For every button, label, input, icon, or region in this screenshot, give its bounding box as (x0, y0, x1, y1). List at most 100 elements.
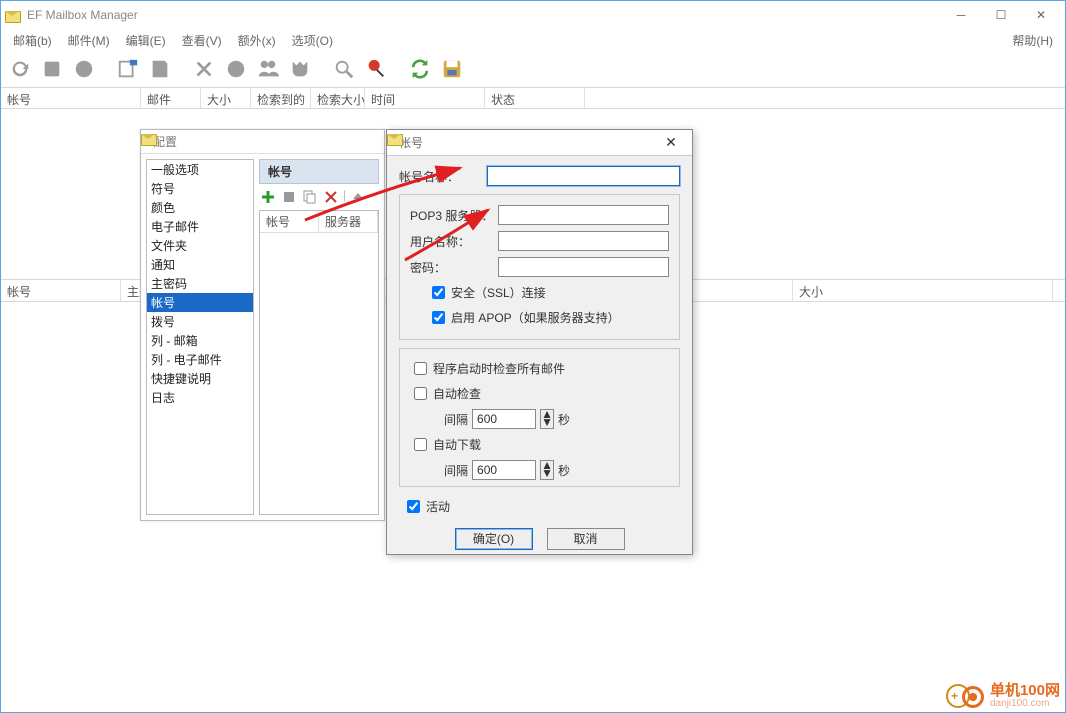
config-window: 配置 一般选项符号颜色电子邮件文件夹通知主密码帐号拨号列 - 邮箱列 - 电子邮… (140, 129, 385, 521)
search-icon[interactable] (331, 56, 357, 82)
menu-extra[interactable]: 额外(x) (230, 30, 284, 51)
config-list-item[interactable]: 列 - 邮箱 (147, 331, 253, 350)
username-input[interactable] (498, 231, 669, 251)
label-ssl: 安全（SSL）连接 (451, 284, 546, 301)
ssl-checkbox[interactable] (432, 286, 445, 299)
menu-edit[interactable]: 编辑(E) (118, 30, 174, 51)
delete-icon[interactable] (191, 56, 217, 82)
circle2-icon[interactable] (223, 56, 249, 82)
label-autodown: 自动下载 (433, 436, 481, 453)
add-icon[interactable] (259, 188, 277, 206)
column-header[interactable]: 检索到的 (251, 88, 311, 108)
menubar: 邮箱(b) 邮件(M) 编辑(E) 查看(V) 额外(x) 选项(O) 帮助(H… (1, 29, 1065, 51)
main-titlebar: EF Mailbox Manager ─ ☐ ✕ (1, 1, 1065, 29)
column-header[interactable]: 帐号 (1, 280, 121, 301)
account-dialog: 帐号 ✕ 帐号名称： POP3 服务器： 用户名称： 密码： 安全（SSL）连接 (386, 129, 693, 555)
watermark-icon: + (946, 682, 984, 706)
label-pop3: POP3 服务器： (410, 207, 498, 224)
up-icon[interactable] (349, 188, 367, 206)
column-header[interactable]: 帐号 (1, 88, 141, 108)
account-titlebar[interactable]: 帐号 ✕ (387, 130, 692, 156)
label-interval2: 间隔 (444, 462, 468, 479)
label-seconds1: 秒 (558, 411, 570, 428)
config-titlebar[interactable]: 配置 (141, 130, 384, 154)
config-section-header: 帐号 (259, 159, 379, 184)
server-group: POP3 服务器： 用户名称： 密码： 安全（SSL）连接 启用 APOP（如果… (399, 194, 680, 340)
active-checkbox[interactable] (407, 500, 420, 513)
check-group: 程序启动时检查所有邮件 自动检查 间隔 ▲▼ 秒 自动下载 间隔 ▲▼ 秒 (399, 348, 680, 487)
config-list-item[interactable]: 一般选项 (147, 160, 253, 179)
download-interval-input[interactable] (472, 460, 536, 480)
toolbar (1, 51, 1065, 87)
cat-icon[interactable] (287, 56, 313, 82)
sync-icon[interactable] (407, 56, 433, 82)
column-header[interactable]: 大小 (793, 280, 1053, 301)
config-list-item[interactable]: 符号 (147, 179, 253, 198)
column-header[interactable]: 检索大小 (311, 88, 365, 108)
config-list-item[interactable]: 通知 (147, 255, 253, 274)
apop-checkbox[interactable] (432, 311, 445, 324)
startup-check-checkbox[interactable] (414, 362, 427, 375)
label-username: 用户名称： (410, 233, 498, 250)
account-close-button[interactable]: ✕ (656, 134, 686, 151)
config-list-item[interactable]: 日志 (147, 388, 253, 407)
cancel-button[interactable]: 取消 (547, 528, 625, 550)
config-list-item[interactable]: 帐号 (147, 293, 253, 312)
remove-icon[interactable] (322, 188, 340, 206)
label-interval1: 间隔 (444, 411, 468, 428)
config-list-item[interactable]: 拨号 (147, 312, 253, 331)
config-category-list[interactable]: 一般选项符号颜色电子邮件文件夹通知主密码帐号拨号列 - 邮箱列 - 电子邮件快捷… (146, 159, 254, 515)
config-list-item[interactable]: 快捷键说明 (147, 369, 253, 388)
maximize-button[interactable]: ☐ (981, 1, 1021, 29)
label-password: 密码： (410, 259, 498, 276)
autocheck-checkbox[interactable] (414, 387, 427, 400)
close-button[interactable]: ✕ (1021, 1, 1061, 29)
save-icon[interactable] (439, 56, 465, 82)
minimize-button[interactable]: ─ (941, 1, 981, 29)
app-icon (5, 7, 21, 23)
watermark: + 单机100网 danji100.com (946, 679, 1060, 709)
circle-icon[interactable] (71, 56, 97, 82)
column-header[interactable]: 大小 (201, 88, 251, 108)
stop-icon[interactable] (39, 56, 65, 82)
config-th-account[interactable]: 帐号 (260, 211, 319, 232)
menu-mailbox[interactable]: 邮箱(b) (5, 30, 60, 51)
check-interval-input[interactable] (472, 409, 536, 429)
copy-icon[interactable] (301, 188, 319, 206)
watermark-text: 单机100网 (990, 679, 1060, 700)
window-controls: ─ ☐ ✕ (941, 1, 1061, 29)
account-name-input[interactable] (487, 166, 680, 186)
autodownload-checkbox[interactable] (414, 438, 427, 451)
label-seconds2: 秒 (558, 462, 570, 479)
menu-mail[interactable]: 邮件(M) (60, 30, 118, 51)
new-mail-icon[interactable] (115, 56, 141, 82)
config-list-item[interactable]: 颜色 (147, 198, 253, 217)
config-th-server[interactable]: 服务器 (319, 211, 378, 232)
label-active: 活动 (426, 498, 450, 515)
users-icon[interactable] (255, 56, 281, 82)
download-interval-spinner[interactable]: ▲▼ (540, 460, 554, 480)
config-account-table[interactable]: 帐号 服务器 (259, 210, 379, 515)
column-header[interactable]: 邮件 (141, 88, 201, 108)
config-list-item[interactable]: 文件夹 (147, 236, 253, 255)
config-list-item[interactable]: 电子邮件 (147, 217, 253, 236)
label-account-name: 帐号名称： (399, 168, 487, 185)
label-apop: 启用 APOP（如果服务器支持） (451, 309, 620, 326)
menu-options[interactable]: 选项(O) (284, 30, 341, 51)
config-buttons: | (259, 184, 379, 210)
pin-icon[interactable] (363, 56, 389, 82)
config-list-item[interactable]: 列 - 电子邮件 (147, 350, 253, 369)
edit-icon[interactable] (280, 188, 298, 206)
ok-button[interactable]: 确定(O) (455, 528, 533, 550)
refresh-icon[interactable] (7, 56, 33, 82)
column-header[interactable]: 时间 (365, 88, 485, 108)
config-list-item[interactable]: 主密码 (147, 274, 253, 293)
label-autocheck: 自动检查 (433, 385, 481, 402)
pop3-server-input[interactable] (498, 205, 669, 225)
column-header[interactable]: 状态 (485, 88, 585, 108)
menu-view[interactable]: 查看(V) (174, 30, 230, 51)
menu-help[interactable]: 帮助(H) (1004, 30, 1061, 51)
password-input[interactable] (498, 257, 669, 277)
note-icon[interactable] (147, 56, 173, 82)
check-interval-spinner[interactable]: ▲▼ (540, 409, 554, 429)
